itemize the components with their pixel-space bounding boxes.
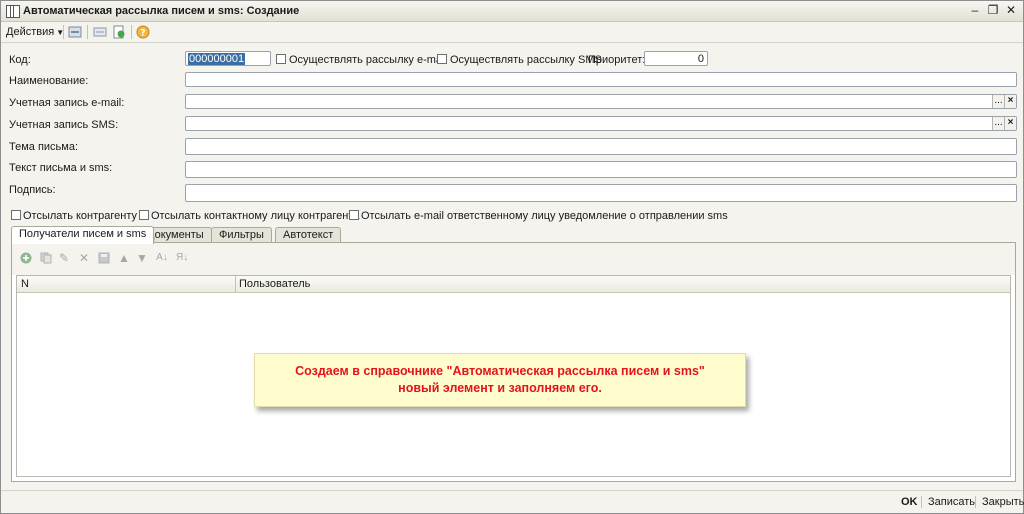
email-account-label: Учетная запись e-mail:	[9, 97, 125, 109]
sort-ascending-icon[interactable]: A↓	[156, 252, 168, 264]
sms-account-label: Учетная запись SMS:	[9, 119, 119, 131]
text-label: Текст письма и sms:	[9, 162, 113, 174]
notify-responsible-checkbox[interactable]	[349, 210, 359, 220]
structure-icon[interactable]	[93, 25, 107, 39]
name-input[interactable]	[185, 72, 1017, 87]
minimize-icon[interactable]: ‒	[967, 3, 983, 18]
sms-account-input[interactable]: ... ×	[185, 116, 1017, 131]
table-header: N Пользователь	[17, 276, 1010, 293]
callout-line-1: Создаем в справочнике "Автоматическая ра…	[295, 364, 705, 378]
refresh-icon[interactable]	[112, 25, 126, 39]
toolbar-separator	[87, 25, 88, 39]
subject-input[interactable]	[185, 138, 1017, 155]
svg-text:?: ?	[140, 29, 145, 39]
signature-input[interactable]	[185, 184, 1017, 202]
subject-label: Тема письма:	[9, 141, 79, 153]
toolbar-separator	[131, 25, 132, 39]
email-account-input[interactable]: ... ×	[185, 94, 1017, 109]
priority-label: Приоритет:	[588, 54, 646, 66]
question-icon[interactable]: ?	[136, 25, 150, 39]
column-divider[interactable]	[235, 276, 236, 292]
priority-value: 0	[697, 53, 704, 65]
footer-separator	[921, 496, 922, 508]
notify-responsible-label: Отсылать e-mail ответственному лицу увед…	[361, 210, 728, 222]
to-contractor-label: Отсылать контрагенту	[23, 210, 138, 222]
ok-button[interactable]: OK	[901, 496, 918, 508]
tab-recipients[interactable]: Получатели писем и sms	[11, 226, 155, 244]
move-up-icon[interactable]: ▲	[118, 252, 130, 264]
callout-line-2: новый элемент и заполняем его.	[398, 381, 602, 395]
save-icon[interactable]	[68, 25, 82, 39]
close-icon[interactable]: ✕	[1003, 3, 1019, 18]
form-footer: OK Записать Закрыть	[1, 490, 1024, 513]
to-contact-label: Отсылать контактному лицу контрагента	[151, 210, 360, 222]
sms-account-clear-button[interactable]: ×	[1004, 117, 1016, 130]
close-button[interactable]: Закрыть	[982, 496, 1024, 508]
actions-menu[interactable]: Действия ▼	[6, 26, 64, 38]
recipients-toolbar: ✎ ✕ ▲ ▼ A↓ Я↓	[12, 243, 1015, 275]
code-label: Код:	[9, 54, 31, 66]
text-input[interactable]	[185, 161, 1017, 178]
end-edit-icon[interactable]	[98, 252, 110, 264]
form-window: Автоматическая рассылка писем и sms: Соз…	[0, 0, 1024, 514]
copy-icon[interactable]	[40, 252, 52, 264]
restore-icon[interactable]: ❐	[985, 3, 1001, 18]
send-email-label: Осуществлять рассылку e-mail	[289, 54, 447, 66]
send-sms-checkbox[interactable]	[437, 54, 447, 64]
window-controls: ‒ ❐ ✕	[967, 3, 1019, 18]
send-sms-label: Осуществлять рассылку SMS	[450, 54, 602, 66]
instruction-callout: Создаем в справочнике "Автоматическая ра…	[254, 353, 746, 407]
edit-icon[interactable]: ✎	[58, 252, 70, 264]
priority-input[interactable]: 0	[644, 51, 708, 66]
footer-separator	[975, 496, 976, 508]
tab-filters[interactable]: Фильтры	[211, 227, 272, 243]
to-contractor-checkbox[interactable]	[11, 210, 21, 220]
title-bar: Автоматическая рассылка писем и sms: Соз…	[1, 1, 1023, 22]
save-button[interactable]: Записать	[928, 496, 975, 508]
sort-descending-icon[interactable]: Я↓	[176, 252, 188, 264]
email-account-select-button[interactable]: ...	[992, 95, 1004, 108]
code-value: 000000001	[188, 53, 246, 65]
move-down-icon[interactable]: ▼	[136, 252, 148, 264]
toolbar-separator	[63, 25, 64, 39]
delete-icon[interactable]: ✕	[78, 252, 90, 264]
form-toolbar: Действия ▼ ?	[1, 22, 1023, 43]
form-icon	[6, 5, 20, 18]
add-icon[interactable]	[20, 252, 32, 264]
code-input[interactable]: 000000001	[185, 51, 271, 66]
signature-label: Подпись:	[9, 184, 56, 196]
window-title: Автоматическая рассылка писем и sms: Соз…	[23, 5, 300, 17]
column-user[interactable]: Пользователь	[239, 278, 310, 290]
email-account-clear-button[interactable]: ×	[1004, 95, 1016, 108]
name-label: Наименование:	[9, 75, 89, 87]
send-email-checkbox[interactable]	[276, 54, 286, 64]
to-contact-checkbox[interactable]	[139, 210, 149, 220]
column-n[interactable]: N	[21, 278, 29, 290]
tab-autotext[interactable]: Автотекст	[275, 227, 342, 243]
sms-account-select-button[interactable]: ...	[992, 117, 1004, 130]
actions-label: Действия	[6, 26, 55, 38]
